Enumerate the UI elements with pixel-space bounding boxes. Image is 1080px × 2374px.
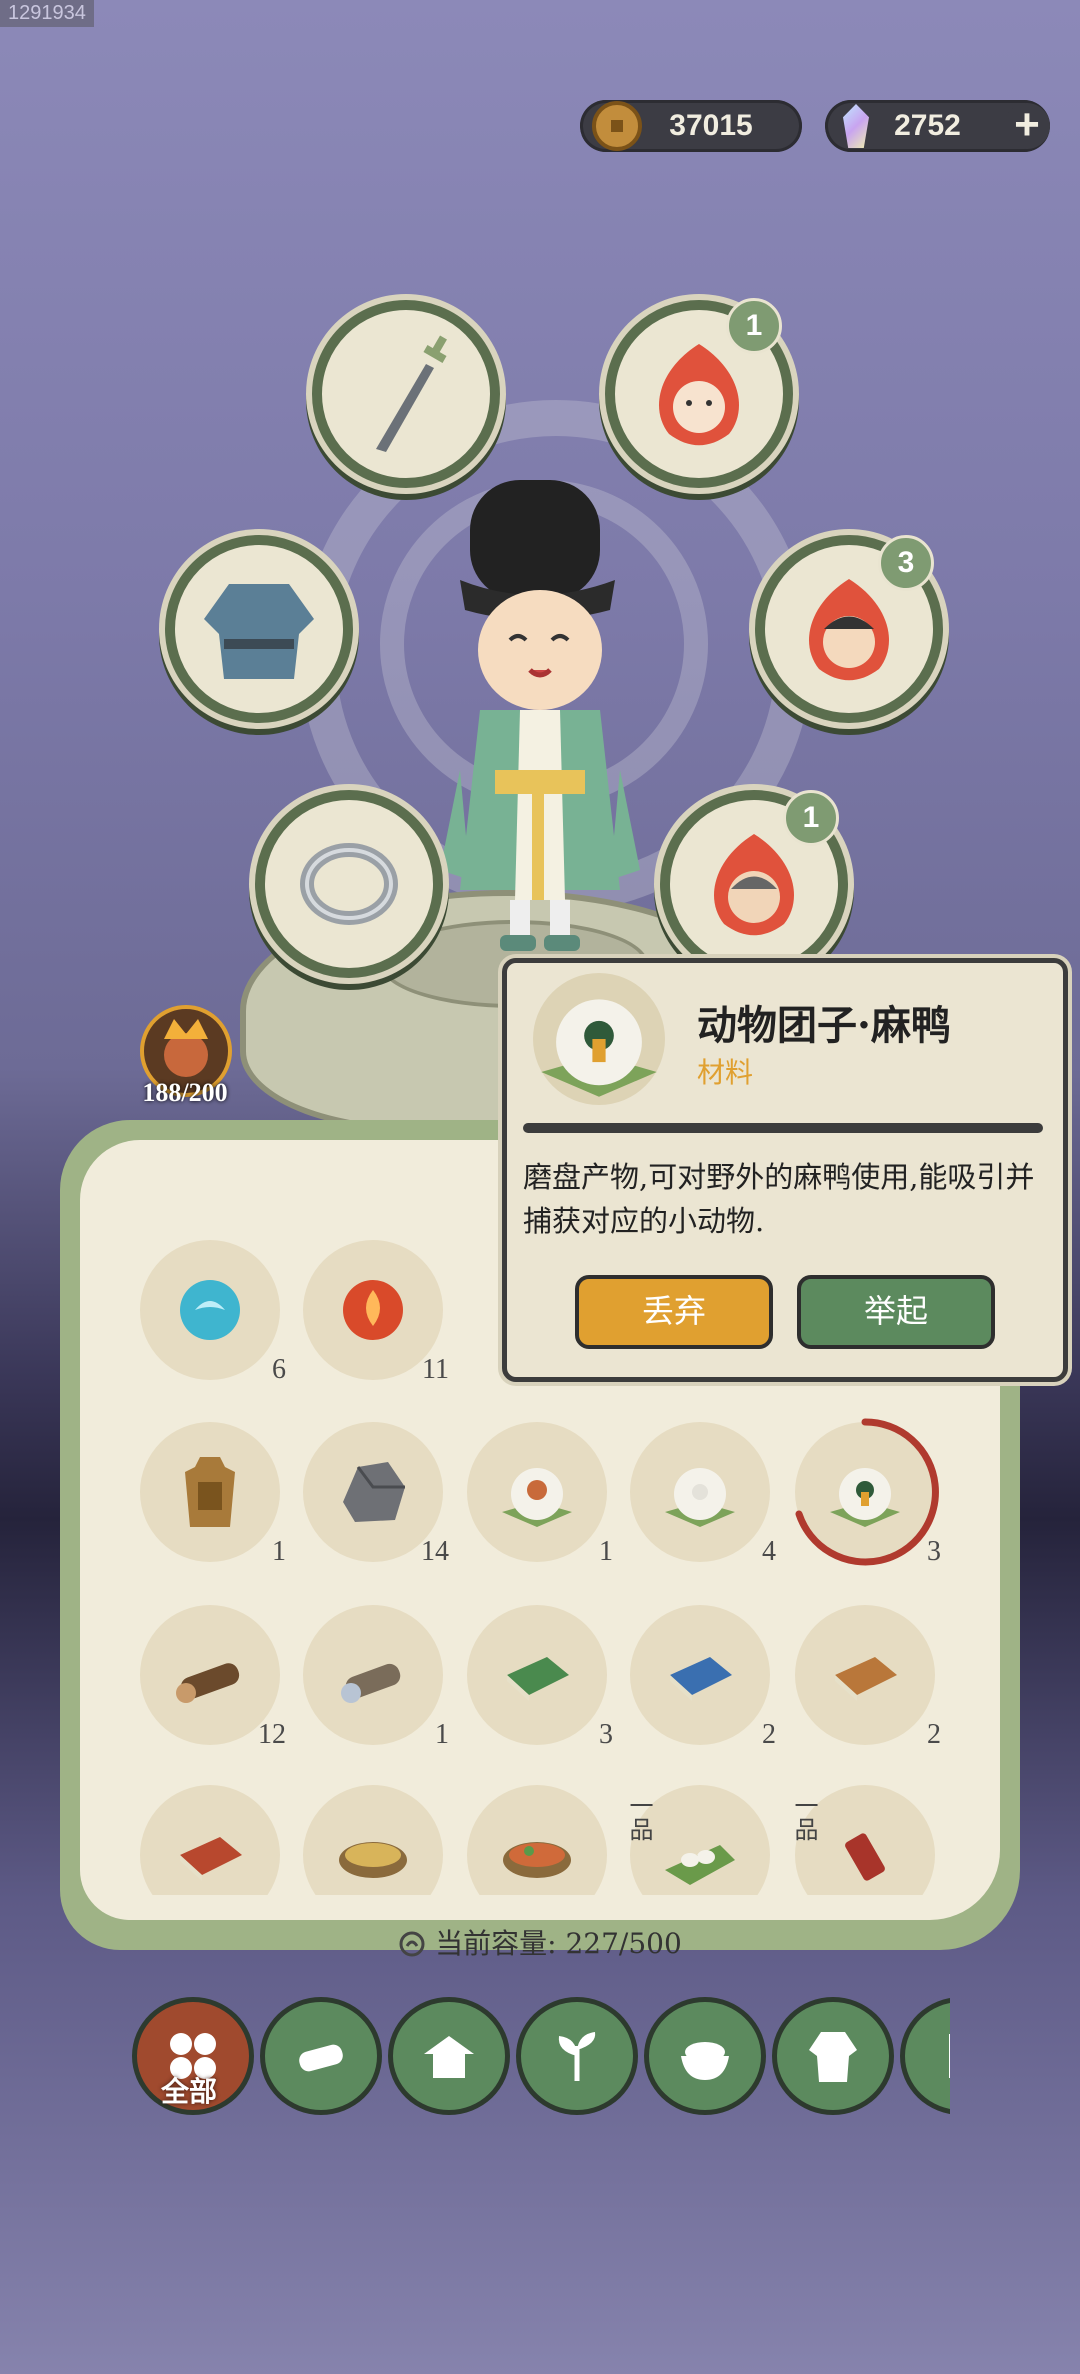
popup-item-icon-bg xyxy=(533,973,665,1105)
white-dumpling-icon xyxy=(665,1468,735,1527)
pet-slot-2-badge: 3 xyxy=(878,535,934,591)
inventory-item[interactable]: 12 xyxy=(140,1605,286,1750)
inventory-item-selected[interactable]: 3 xyxy=(795,1418,941,1567)
capacity-value: 227/500 xyxy=(565,1927,682,1960)
duck-dumpling-icon xyxy=(541,999,657,1097)
inventory-item[interactable]: 11 xyxy=(303,1240,449,1385)
inventory-item[interactable]: 14 xyxy=(303,1422,449,1567)
popup-item-category: 材料 xyxy=(697,1056,754,1089)
log-icon xyxy=(299,2044,343,2072)
tab-all-label: 全部 xyxy=(160,2075,217,2108)
inventory-item[interactable]: 6 xyxy=(140,1240,286,1385)
popup-item-description: 磨盘产物,可对野外的麻鸭使用,能吸引并捕获对应的小动物. xyxy=(523,1160,1035,1238)
armor-slot[interactable] xyxy=(165,535,353,723)
tab-materials[interactable] xyxy=(260,1997,382,2115)
robe-icon xyxy=(809,2032,857,2082)
red-orb-icon xyxy=(343,1280,403,1340)
stone-icon xyxy=(343,1462,405,1522)
inventory-item[interactable]: 1 xyxy=(303,1605,449,1750)
inventory-item[interactable]: 2 xyxy=(630,1605,776,1750)
birch-log-icon xyxy=(341,1663,401,1703)
pet-slot-3-badge: 1 xyxy=(783,790,839,846)
ring-icon xyxy=(300,843,398,925)
coin-counter: 37015 xyxy=(580,100,802,152)
duck-dumpling-icon xyxy=(830,1468,900,1527)
inventory-item[interactable]: 1 xyxy=(140,1422,286,1567)
inventory-item[interactable]: 一品 xyxy=(625,1785,770,1895)
house-icon xyxy=(424,2036,474,2078)
add-jade-button[interactable]: + xyxy=(1004,103,1050,149)
eggs-leaf-icon xyxy=(665,1845,735,1885)
armor-icon xyxy=(204,584,314,679)
screenshot-id: 1291934 xyxy=(0,0,94,27)
vegetable-basket-icon xyxy=(503,1842,571,1878)
jade-counter: 2752 + xyxy=(825,100,1050,152)
tab-plants[interactable] xyxy=(516,1997,638,2115)
fire-spirit-icon xyxy=(659,344,739,446)
inventory-item[interactable]: 3 xyxy=(467,1605,613,1750)
blue-orb-icon xyxy=(180,1280,240,1340)
lift-button[interactable]: 举起 xyxy=(797,1275,995,1349)
tab-scrolls[interactable] xyxy=(900,1997,950,2115)
inventory-item[interactable]: 4 xyxy=(630,1422,776,1567)
inventory-row-partial: 一品 一品 xyxy=(80,1785,1000,1895)
capacity-icon xyxy=(399,1931,425,1957)
item-detail-popup: 动物团子·麻鸭 材料 磨盘产物,可对野外的麻鸭使用,能吸引并捕获对应的小动物. … xyxy=(502,958,1068,1382)
inventory-item[interactable] xyxy=(467,1785,607,1895)
jade-amount: 2752 xyxy=(894,109,961,142)
discard-button[interactable]: 丢弃 xyxy=(575,1275,773,1349)
orange-book-icon xyxy=(835,1657,897,1701)
character-avatar[interactable] xyxy=(440,470,640,960)
inventory-item[interactable]: 一品 xyxy=(790,1785,935,1895)
wood-log-icon xyxy=(176,1663,240,1703)
inventory-item[interactable] xyxy=(303,1785,443,1895)
red-book-icon xyxy=(180,1837,242,1881)
fire-spirit-3-icon xyxy=(714,834,794,936)
inventory-item[interactable] xyxy=(140,1785,280,1895)
inventory-item[interactable]: 1 xyxy=(467,1422,613,1567)
jade-icon xyxy=(843,104,869,148)
sprout-icon xyxy=(558,2032,596,2081)
tab-food[interactable] xyxy=(644,1997,766,2115)
weapon-slot[interactable] xyxy=(312,300,500,488)
chicken-dumpling-icon xyxy=(502,1468,572,1527)
pet-slot-1-badge: 1 xyxy=(726,298,782,354)
inventory-capacity: 当前容量: 227/500 xyxy=(0,1922,1080,1962)
bronze-token-icon xyxy=(185,1457,235,1527)
category-tab-bar xyxy=(130,1995,950,2115)
fire-spirit-2-icon xyxy=(809,579,889,681)
coin-amount: 37015 xyxy=(669,109,753,142)
tab-buildings[interactable] xyxy=(388,1997,510,2115)
coin-icon xyxy=(592,101,642,151)
capacity-label: 当前容量: xyxy=(435,1927,557,1960)
inventory-item[interactable]: 2 xyxy=(795,1605,941,1750)
grain-basket-icon xyxy=(339,1842,407,1878)
sword-icon xyxy=(376,335,447,452)
popup-item-title: 动物团子·麻鸭 xyxy=(697,1002,951,1049)
popup-divider xyxy=(523,1123,1043,1133)
thread-spool-icon xyxy=(845,1833,885,1881)
stamina-value: 188/200 xyxy=(142,1078,228,1107)
ring-slot[interactable] xyxy=(255,790,443,978)
rice-bowl-icon xyxy=(681,2042,729,2080)
scroll-icon xyxy=(949,2034,950,2078)
blue-book-icon xyxy=(670,1657,732,1701)
green-book-icon xyxy=(507,1657,569,1701)
tab-clothing[interactable] xyxy=(772,1997,894,2115)
